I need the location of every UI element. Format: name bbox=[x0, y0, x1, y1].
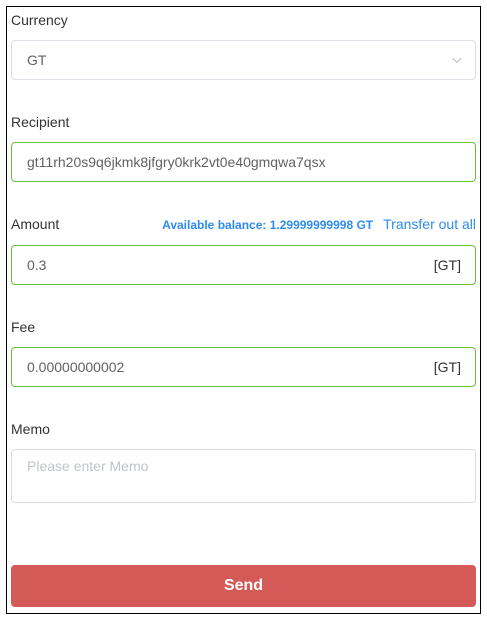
memo-textarea[interactable] bbox=[12, 450, 475, 502]
currency-value: GT bbox=[27, 52, 47, 68]
chevron-down-icon bbox=[452, 57, 462, 64]
recipient-value: gt11rh20s9q6jkmk8jfgry0krk2vt0e40gmqwa7q… bbox=[27, 154, 326, 170]
currency-label: Currency bbox=[11, 12, 68, 28]
balance-row: Available balance: 1.29999999998 GT Trans… bbox=[162, 215, 476, 234]
fee-label: Fee bbox=[11, 319, 36, 335]
amount-unit: [GT] bbox=[433, 257, 461, 273]
currency-select[interactable]: GT bbox=[11, 40, 476, 80]
amount-input[interactable]: 0.3 [GT] bbox=[11, 245, 476, 285]
send-button[interactable]: Send bbox=[11, 565, 476, 607]
transfer-form-frame bbox=[6, 6, 481, 614]
recipient-label: Recipient bbox=[11, 114, 70, 130]
memo-label: Memo bbox=[11, 421, 50, 437]
memo-field[interactable] bbox=[11, 449, 476, 503]
fee-unit: [GT] bbox=[433, 359, 461, 375]
recipient-input[interactable]: gt11rh20s9q6jkmk8jfgry0krk2vt0e40gmqwa7q… bbox=[11, 142, 476, 182]
fee-input[interactable]: 0.00000000002 [GT] bbox=[11, 347, 476, 387]
amount-value: 0.3 bbox=[27, 257, 47, 273]
amount-label: Amount bbox=[11, 216, 60, 232]
fee-value: 0.00000000002 bbox=[27, 359, 125, 375]
transfer-out-all-link[interactable]: Transfer out all bbox=[383, 216, 476, 232]
available-balance: Available balance: 1.29999999998 GT bbox=[162, 218, 374, 232]
